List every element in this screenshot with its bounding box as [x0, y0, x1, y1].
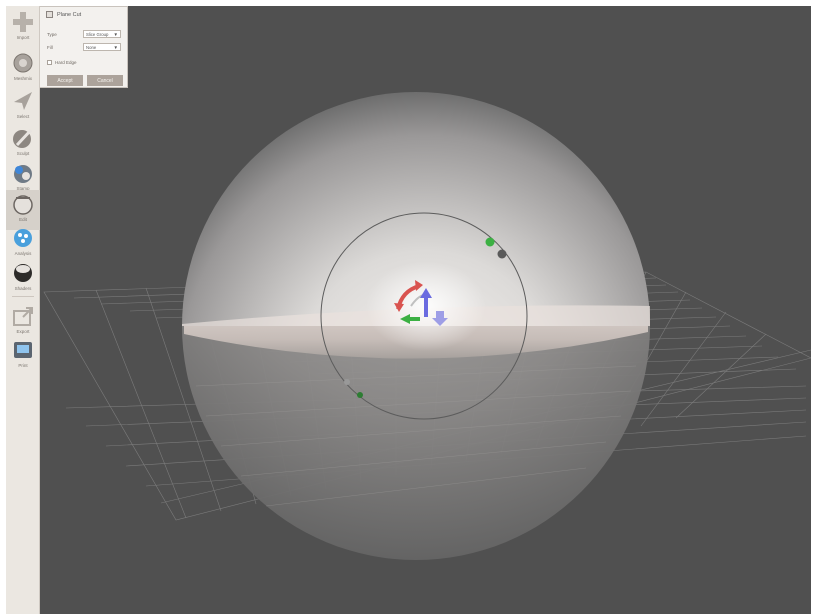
chevron-down-icon: ▼ [113, 45, 118, 50]
plane-cut-icon [46, 11, 53, 18]
tool-select[interactable]: Select [6, 87, 40, 127]
tool-shaders[interactable]: Shaders [6, 259, 40, 299]
viewport-3d[interactable] [6, 6, 811, 614]
export-icon [13, 307, 33, 326]
ring-handle-green-top[interactable] [485, 237, 495, 247]
print-icon [14, 342, 32, 358]
cancel-button[interactable]: Cancel [87, 75, 123, 86]
hard-edge-checkbox[interactable]: Hard Edge [47, 60, 77, 65]
plus-icon [13, 12, 33, 32]
tool-label: Sculpt [16, 151, 30, 156]
fill-value: None [86, 45, 97, 50]
tool-analysis[interactable]: Analysis [6, 224, 40, 264]
tool-import[interactable]: Import [6, 8, 40, 48]
tool-label: Edit [19, 217, 27, 222]
tool-label: Import [16, 35, 30, 40]
fill-select[interactable]: None ▼ [83, 43, 121, 51]
fill-label: Fill [47, 45, 53, 50]
ring-handle-gray-bottom[interactable] [344, 379, 350, 385]
meshmixer-window: Import Meshmix Select Sculpt Stamp Edit … [6, 6, 811, 614]
checkbox-box[interactable] [47, 60, 52, 65]
type-value: Slice Group [86, 32, 109, 37]
plane-cut-panel: Plane Cut Type Slice Group ▼ Fill None ▼… [40, 6, 128, 88]
panel-header: Plane Cut [46, 11, 81, 18]
tool-label: Shaders [14, 286, 32, 291]
stamp-icon [14, 165, 32, 183]
tool-label: Analysis [14, 251, 32, 256]
sculpt-brush-icon [13, 128, 33, 148]
ring-handle-gray-top[interactable] [497, 249, 507, 259]
edit-sphere-icon [13, 195, 33, 215]
tool-label: Print [18, 363, 28, 368]
left-toolbar: Import Meshmix Select Sculpt Stamp Edit … [6, 6, 40, 614]
tool-sculpt[interactable]: Sculpt [6, 124, 40, 164]
meshmix-sphere-icon [13, 53, 33, 73]
tool-label: Export [16, 329, 30, 334]
chevron-down-icon: ▼ [113, 32, 118, 37]
panel-title: Plane Cut [57, 11, 82, 18]
shaders-sphere-icon [14, 264, 32, 282]
ring-handle-green-bottom[interactable] [357, 392, 363, 398]
type-label: Type [47, 32, 57, 37]
tool-label: Select [16, 114, 30, 119]
select-arrow-icon [14, 92, 32, 110]
type-select[interactable]: Slice Group ▼ [83, 30, 121, 38]
hard-edge-label: Hard Edge [55, 60, 77, 65]
analysis-icon [14, 229, 32, 247]
accept-button[interactable]: Accept [47, 75, 83, 86]
tool-print[interactable]: Print [6, 336, 40, 376]
tool-meshmix[interactable]: Meshmix [6, 49, 40, 89]
tool-label: Meshmix [13, 76, 32, 81]
